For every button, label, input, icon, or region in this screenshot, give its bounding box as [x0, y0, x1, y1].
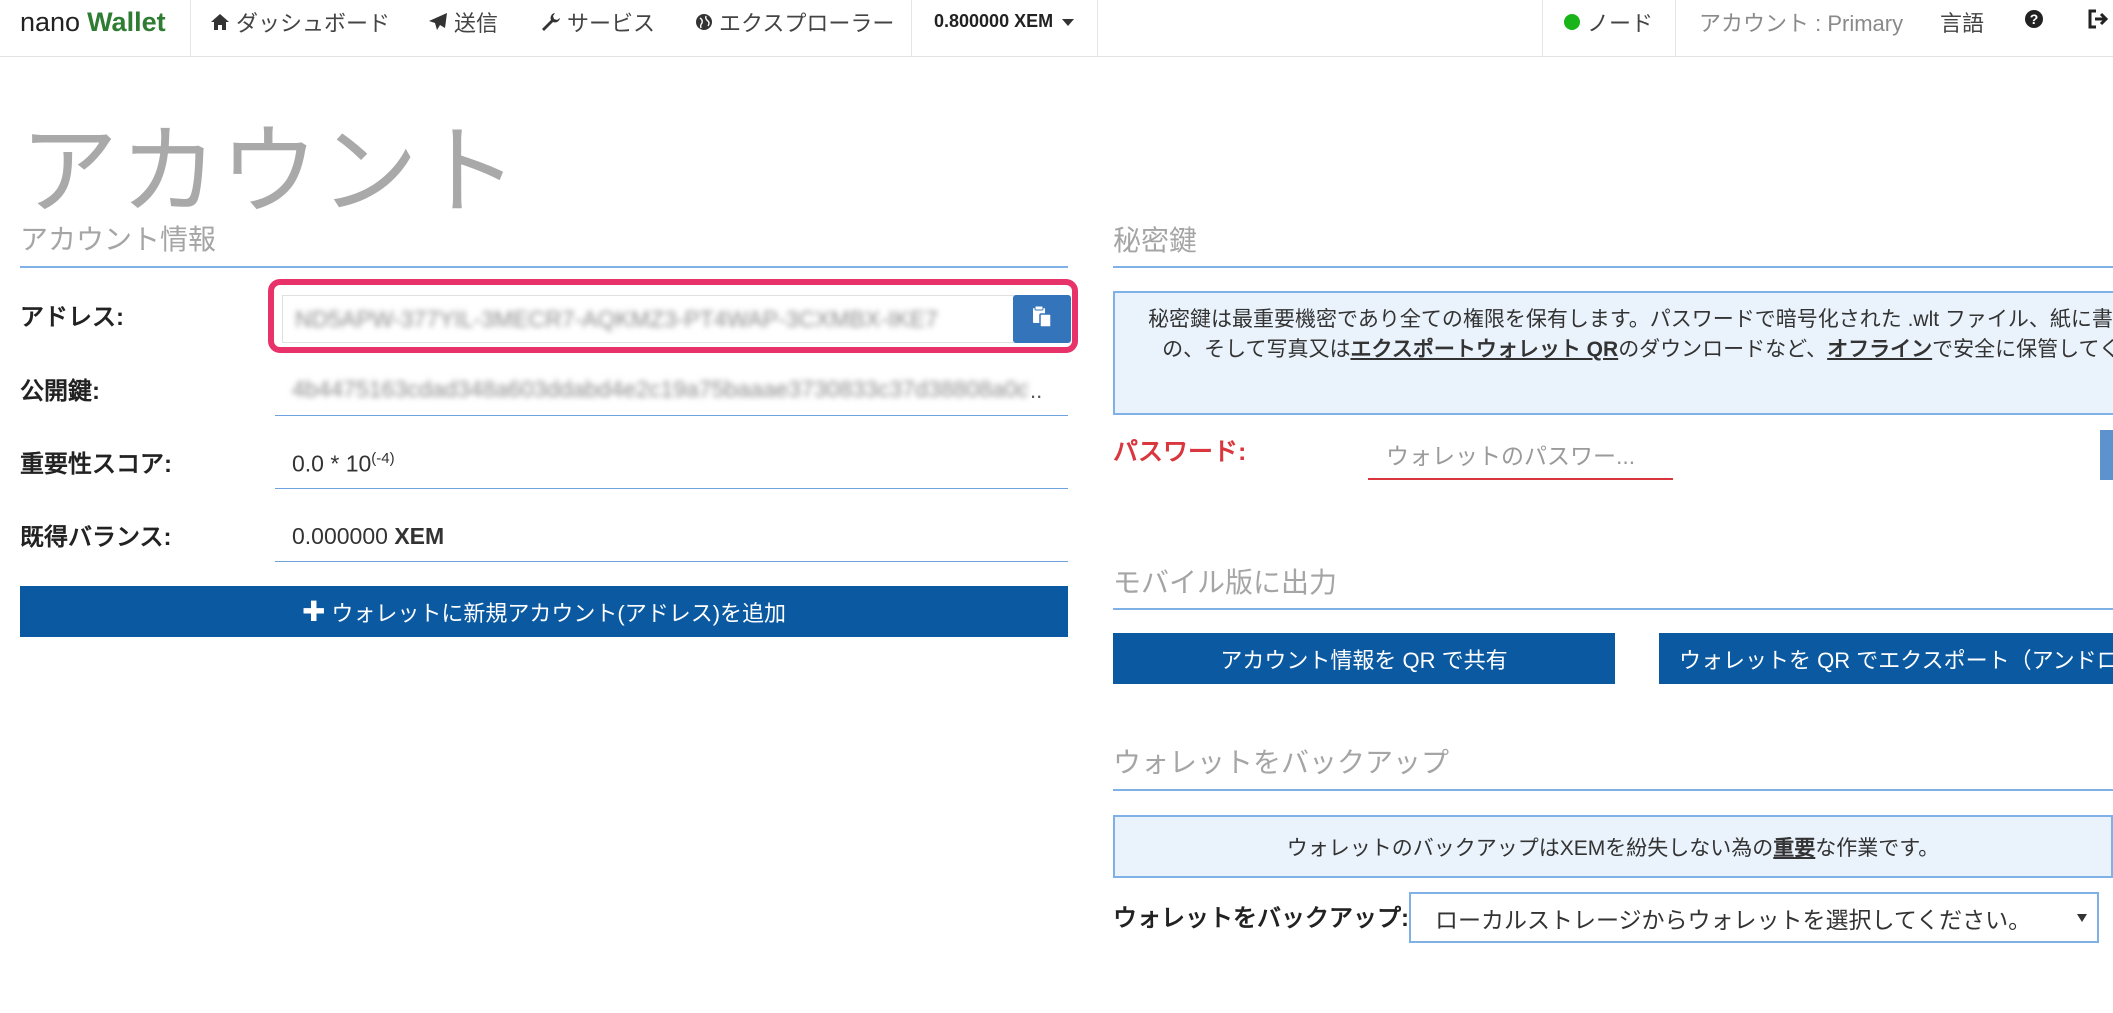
nav-divider [911, 0, 912, 57]
section-divider [1113, 789, 2113, 791]
section-divider [1113, 608, 2113, 610]
private-key-info-part2: のダウンロードなど、 [1618, 338, 1828, 361]
field-underline [275, 488, 1068, 489]
field-underline [275, 415, 1068, 416]
globe-icon [695, 13, 713, 31]
password-placeholder: ウォレットのパスワー... [1386, 443, 1636, 469]
private-key-info-box: 秘密鍵は最重要機密であり全ての権限を保有します。パスワードで暗号化された .wl… [1113, 291, 2113, 415]
question-circle-icon: ? [2024, 9, 2044, 35]
node-status-icon [1564, 13, 1580, 30]
private-key-heading: 秘密鍵 [1113, 225, 1198, 256]
nav-node[interactable]: ノード [1564, 0, 1653, 50]
backup-heading: ウォレットをバックアップ [1113, 747, 1450, 778]
vested-balance-unit: XEM [394, 523, 445, 549]
nav-services[interactable]: サービス [541, 0, 655, 50]
address-field[interactable]: ND5APW-377YIL-3MECR7-AQKMZ3-PT4WAP-3CXMB… [282, 295, 1015, 343]
nav-language-label: 言語 [1940, 10, 1985, 36]
section-divider [1113, 266, 2113, 268]
nav-divider [1542, 0, 1543, 57]
share-account-qr-button[interactable]: アカウント情報を QR で共有 [1113, 633, 1615, 684]
vested-balance-value: 0.000000 [292, 523, 388, 549]
importance-label: 重要性スコア: [20, 451, 172, 478]
nav-language[interactable]: 言語 [1940, 0, 1984, 50]
top-navbar: nano Wallet ダッシュボード 送信 サービス エクスプローラー 0.8… [0, 0, 2113, 57]
wrench-icon [541, 12, 561, 32]
nav-divider [1097, 0, 1098, 57]
backup-info-important: 重要 [1773, 836, 1816, 860]
nav-send[interactable]: 送信 [428, 0, 498, 50]
balance-dropdown[interactable]: 0.800000 XEM [934, 0, 1075, 50]
vested-balance-label: 既得バランス: [20, 524, 172, 551]
account-info-heading: アカウント情報 [20, 224, 217, 255]
brand-wallet: Wallet [87, 7, 166, 37]
clipboard-icon [1031, 305, 1053, 334]
paper-plane-icon [428, 12, 448, 32]
address-highlight: ND5APW-377YIL-3MECR7-AQKMZ3-PT4WAP-3CXMB… [268, 279, 1078, 353]
svg-text:?: ? [2030, 11, 2039, 27]
nav-explorer-label: エクスプローラー [719, 10, 895, 36]
nav-help[interactable]: ? [2024, 0, 2044, 50]
home-icon [210, 13, 230, 31]
private-key-info-text: 秘密鍵は最重要機密であり全ての権限を保有します。パスワードで暗号化された .wl… [1133, 305, 2113, 365]
vested-balance-wrap: 0.000000 XEM [292, 523, 444, 550]
wallet-select-value: ローカルストレージからウォレットを選択してください。 [1435, 906, 2032, 933]
backup-info-text: ウォレットのバックアップはXEMを紛失しない為の重要な作業です。 [1287, 832, 1939, 862]
backup-info-box: ウォレットのバックアップはXEMを紛失しない為の重要な作業です。 [1113, 815, 2113, 878]
mobile-export-heading: モバイル版に出力 [1113, 567, 1338, 598]
nav-services-label: サービス [567, 10, 656, 36]
offline-link[interactable]: オフライン [1827, 338, 1932, 361]
public-key-ellipsis: .. [1030, 378, 1043, 403]
nav-logout[interactable] [2088, 0, 2110, 50]
add-account-label: ウォレットに新規アカウント(アドレス)を追加 [331, 600, 787, 626]
nav-dashboard-label: ダッシュボード [236, 10, 391, 36]
password-input[interactable]: ウォレットのパスワー... [1368, 430, 1673, 480]
nav-explorer[interactable]: エクスプローラー [695, 0, 894, 50]
backup-label: ウォレットをバックアップ: [1113, 905, 1409, 932]
chevron-down-icon [2077, 914, 2087, 922]
share-account-qr-label: アカウント情報を QR で共有 [1220, 647, 1508, 673]
caret-down-icon [1062, 19, 1075, 26]
backup-info-part1: ウォレットのバックアップはXEMを紛失しない為の [1286, 836, 1774, 860]
importance-value-wrap: 0.0 * 10(-4) [292, 450, 395, 478]
wallet-select[interactable]: ローカルストレージからウォレットを選択してください。 [1409, 892, 2099, 943]
copy-address-button[interactable] [1013, 295, 1071, 343]
sign-out-icon [2088, 9, 2110, 35]
nav-dashboard[interactable]: ダッシュボード [210, 0, 390, 50]
nav-divider [190, 0, 191, 57]
address-label: アドレス: [20, 304, 124, 331]
backup-info-part2: な作業です。 [1815, 836, 1940, 860]
nav-divider [1675, 0, 1676, 57]
nav-account[interactable]: アカウント : Primary [1699, 0, 1903, 50]
show-private-key-button[interactable] [2100, 430, 2113, 480]
field-underline [275, 561, 1068, 562]
brand-nano: nano [20, 7, 81, 37]
importance-exponent: (-4) [371, 450, 395, 467]
private-key-info-part3: で安全に保管してください。 [1932, 338, 2113, 361]
nav-send-label: 送信 [454, 10, 499, 36]
public-key-label: 公開鍵: [20, 378, 100, 405]
public-key-value: 4b4475163cdad348a603ddabd4e2c19a75baaae3… [292, 376, 1027, 402]
page-title: アカウント [20, 116, 521, 226]
section-divider [20, 266, 1068, 268]
plus-icon: ✚ [301, 596, 326, 627]
export-wallet-qr-label: ウォレットを QR でエクスポート（アンドロイ [1679, 647, 2113, 673]
balance-value: 0.800000 XEM [934, 11, 1054, 31]
importance-value: 0.0 * 10 [292, 450, 372, 477]
add-account-button[interactable]: ✚ ウォレットに新規アカウント(アドレス)を追加 [20, 586, 1068, 637]
address-value: ND5APW-377YIL-3MECR7-AQKMZ3-PT4WAP-3CXMB… [295, 305, 938, 332]
password-label: パスワード: [1113, 438, 1247, 466]
nav-account-label: アカウント : Primary [1699, 10, 1904, 36]
export-qr-link[interactable]: エクスポートウォレット QR [1350, 338, 1618, 361]
brand-logo[interactable]: nano Wallet [20, 0, 166, 51]
nav-node-label: ノード [1587, 10, 1654, 36]
export-wallet-qr-button[interactable]: ウォレットを QR でエクスポート（アンドロイ [1659, 633, 2113, 684]
